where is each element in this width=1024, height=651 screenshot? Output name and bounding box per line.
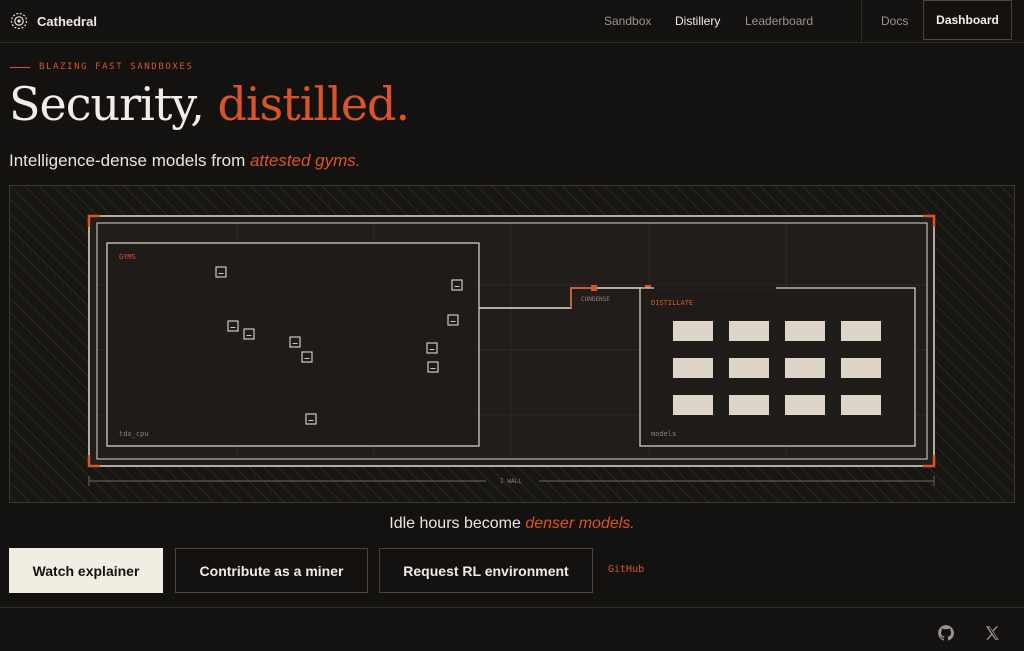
model-tile — [841, 321, 881, 341]
nav-link-sandbox[interactable]: Sandbox — [604, 14, 651, 28]
gyms-footer-label: tdx_cpu — [119, 430, 149, 438]
title-accent: distilled. — [217, 77, 410, 131]
model-tile — [841, 358, 881, 378]
wall-label: I WALL — [500, 478, 522, 485]
gyms-panel — [106, 242, 480, 447]
model-tile — [729, 395, 769, 415]
condense-label: CONDENSE — [581, 296, 610, 303]
tagline-accent: denser models. — [525, 515, 635, 532]
hero-subtitle: Intelligence-dense models from attested … — [9, 151, 361, 171]
models-label: models — [651, 430, 676, 438]
model-tile — [673, 395, 713, 415]
model-tile — [673, 321, 713, 341]
gyms-label: GYMS — [119, 253, 136, 261]
footer-divider — [0, 607, 1024, 608]
model-tile — [785, 358, 825, 378]
title-main: Security, — [9, 77, 205, 131]
model-tile — [729, 358, 769, 378]
brand-name: Cathedral — [37, 13, 97, 29]
subtitle-accent: attested gyms. — [249, 151, 361, 170]
tagline: Idle hours become denser models. — [0, 515, 1024, 533]
top-nav-bar: Cathedral Sandbox Distillery Leaderboard… — [0, 0, 1024, 43]
hero-eyebrow: BLAZING FAST SANDBOXES — [10, 62, 193, 72]
nav-divider — [861, 0, 862, 42]
github-icon[interactable] — [937, 624, 955, 642]
nav-link-distillery[interactable]: Distillery — [675, 14, 720, 28]
tagline-main: Idle hours become — [389, 515, 521, 532]
model-tile — [785, 321, 825, 341]
model-tile — [785, 395, 825, 415]
nav-link-leaderboard[interactable]: Leaderboard — [745, 14, 813, 28]
page-title: Security, distilled. — [9, 76, 410, 132]
distill-label: DISTILLATE — [651, 299, 693, 307]
subtitle-main: Intelligence-dense models from — [9, 151, 246, 170]
github-link[interactable]: GitHub — [608, 564, 644, 575]
cathedral-logo-icon — [10, 12, 28, 30]
watch-explainer-button[interactable]: Watch explainer — [9, 548, 163, 593]
dashboard-button[interactable]: Dashboard — [923, 0, 1012, 40]
model-tile — [673, 358, 713, 378]
x-icon[interactable] — [983, 624, 1001, 642]
distillation-diagram: GYMS tdx_cpu CONDENSE DISTILLATE models … — [9, 185, 1015, 503]
model-tile — [729, 321, 769, 341]
nav-link-docs[interactable]: Docs — [881, 14, 908, 28]
model-tile — [841, 395, 881, 415]
request-rl-environment-button[interactable]: Request RL environment — [379, 548, 593, 593]
contribute-miner-button[interactable]: Contribute as a miner — [175, 548, 368, 593]
diagram-canvas: GYMS tdx_cpu CONDENSE DISTILLATE models … — [9, 185, 1015, 503]
eyebrow-rule — [10, 66, 30, 68]
brand-logo-link[interactable]: Cathedral — [10, 11, 97, 31]
eyebrow-text: BLAZING FAST SANDBOXES — [39, 62, 194, 72]
